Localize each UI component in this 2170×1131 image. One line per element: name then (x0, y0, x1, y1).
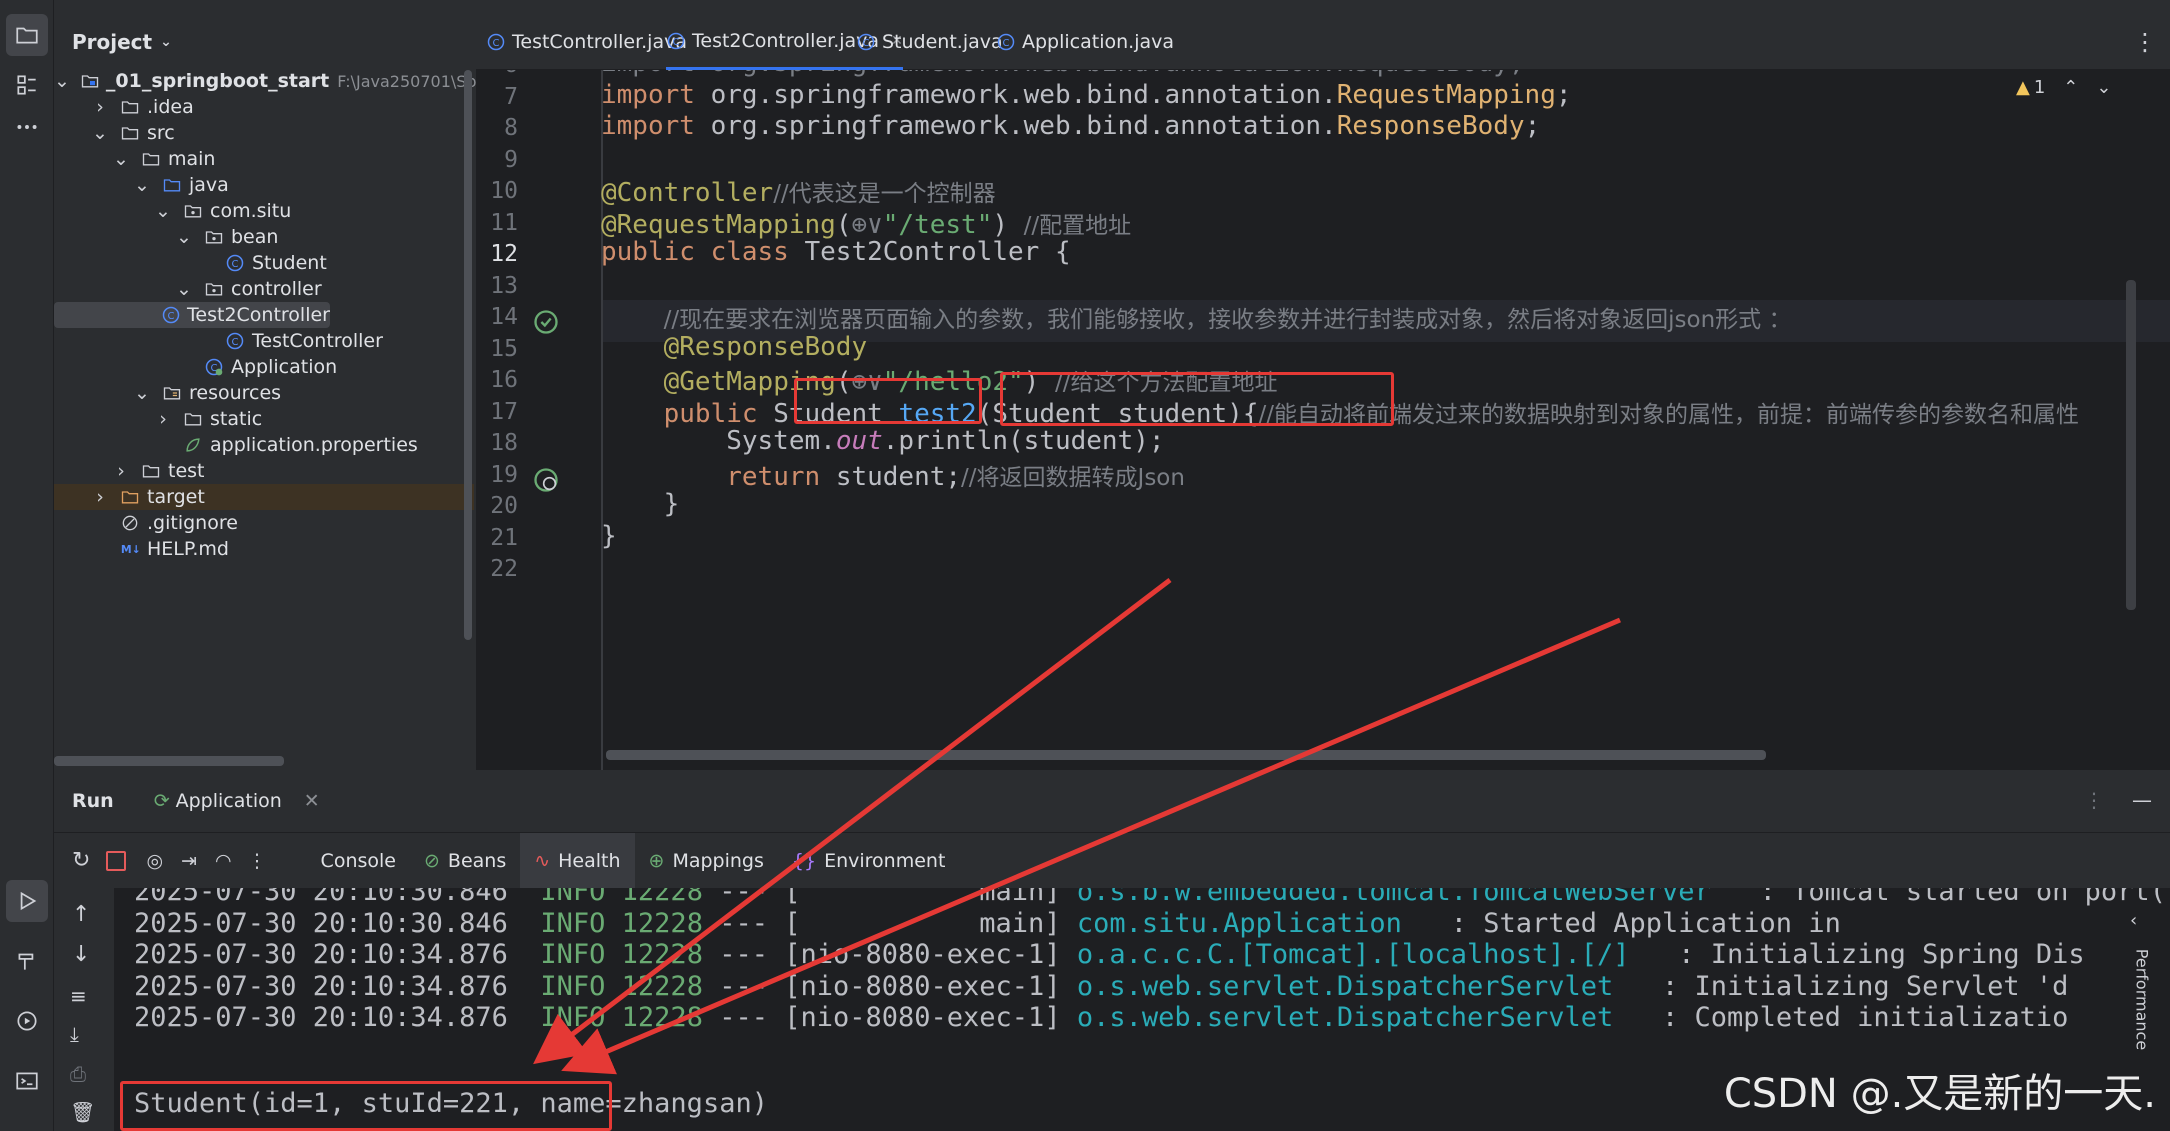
annotation-arrow-2 (561, 617, 1621, 1075)
annotation-arrows (533, 578, 1621, 1075)
annotation-arrow-1 (533, 578, 1172, 1065)
csdn-watermark: CSDN @.又是新的一天. (1723, 1071, 2156, 1117)
